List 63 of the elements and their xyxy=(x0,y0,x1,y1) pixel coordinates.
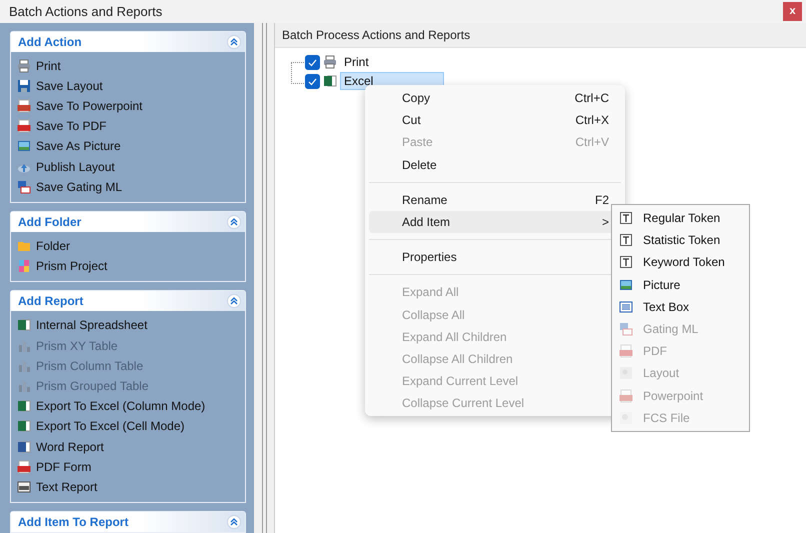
sidebar-item[interactable]: Word Report xyxy=(17,436,239,457)
menu-item[interactable]: Keyword Token xyxy=(612,251,749,274)
spreadsheet-icon xyxy=(323,74,337,88)
sidebar-item[interactable]: Save Gating ML xyxy=(17,176,239,197)
menu-item[interactable]: Picture xyxy=(612,274,749,296)
shortcut-label: F2 xyxy=(594,192,609,207)
shortcut-label: Ctrl+X xyxy=(575,113,609,128)
sidebar-item[interactable]: Publish Layout xyxy=(17,156,239,177)
sidebar-item[interactable]: Save To PDF xyxy=(17,116,239,136)
close-button[interactable]: x xyxy=(783,2,802,21)
sidebar-item[interactable]: Save Layout xyxy=(17,76,239,96)
collapse-button[interactable] xyxy=(227,515,241,529)
chevrons-up-icon xyxy=(230,38,238,46)
menu-item[interactable]: Delete xyxy=(369,154,621,176)
sidebar-item[interactable]: Internal Spreadsheet xyxy=(17,315,239,336)
text-file-icon xyxy=(17,480,31,494)
sidebar-item[interactable]: Prism Project xyxy=(17,256,239,276)
checkbox[interactable] xyxy=(305,74,320,89)
sidebar-item[interactable]: Export To Excel (Column Mode) xyxy=(17,396,239,416)
text-box-icon xyxy=(619,300,633,314)
spreadsheet-icon xyxy=(17,419,31,434)
text-token-icon xyxy=(619,211,633,226)
section-header[interactable]: Add Folder xyxy=(11,212,245,232)
window-title: Batch Actions and Reports xyxy=(9,4,162,19)
image-icon xyxy=(17,139,31,154)
text-token-icon xyxy=(619,255,633,270)
section-title: Add Folder xyxy=(18,214,82,229)
chevrons-up-icon xyxy=(230,218,238,226)
menu-item[interactable]: Text Box xyxy=(612,296,749,318)
section-header[interactable]: Add Report xyxy=(11,291,245,312)
collapse-button[interactable] xyxy=(227,294,241,308)
sidebar-item[interactable]: Save To Powerpoint xyxy=(17,96,239,116)
document-icon xyxy=(17,440,31,454)
panel-title: Batch Process Actions and Reports xyxy=(282,28,470,42)
checkbox[interactable] xyxy=(305,54,320,70)
chevrons-up-icon xyxy=(230,297,238,306)
image-icon xyxy=(619,278,633,292)
sidebar-item[interactable]: Print xyxy=(17,56,239,76)
text-token-icon xyxy=(619,233,633,248)
sidebar-item[interactable]: Folder xyxy=(17,236,239,256)
printer-icon xyxy=(323,55,337,70)
sidebar-item[interactable]: Text Report xyxy=(17,476,239,497)
sidebar-item[interactable]: PDF Form xyxy=(17,456,239,477)
submenu-arrow: > xyxy=(602,215,609,230)
chevrons-up-icon xyxy=(230,518,238,526)
tree-connector xyxy=(291,62,304,84)
section-title: Add Item To Report xyxy=(18,515,128,529)
folder-icon xyxy=(17,239,31,254)
sidebar-item[interactable]: Export To Excel (Cell Mode) xyxy=(17,416,239,436)
section-title: Add Report xyxy=(18,294,84,308)
collapse-button[interactable] xyxy=(227,34,241,49)
spreadsheet-icon xyxy=(17,399,31,414)
shortcut-label: Ctrl+V xyxy=(575,135,609,150)
section-title: Add Action xyxy=(18,34,82,49)
printer-icon xyxy=(17,58,31,73)
spreadsheet-icon xyxy=(17,318,31,332)
sidebar-item[interactable]: Save As Picture xyxy=(17,136,239,157)
collapse-button[interactable] xyxy=(227,214,241,229)
shortcut-label: Ctrl+C xyxy=(574,91,609,106)
tree-item[interactable]: Print xyxy=(340,53,440,72)
menu-item[interactable]: Cut Ctrl+X xyxy=(369,109,621,132)
section-header[interactable]: Add Item To Report xyxy=(11,512,245,532)
section-header[interactable]: Add Action xyxy=(11,32,245,52)
